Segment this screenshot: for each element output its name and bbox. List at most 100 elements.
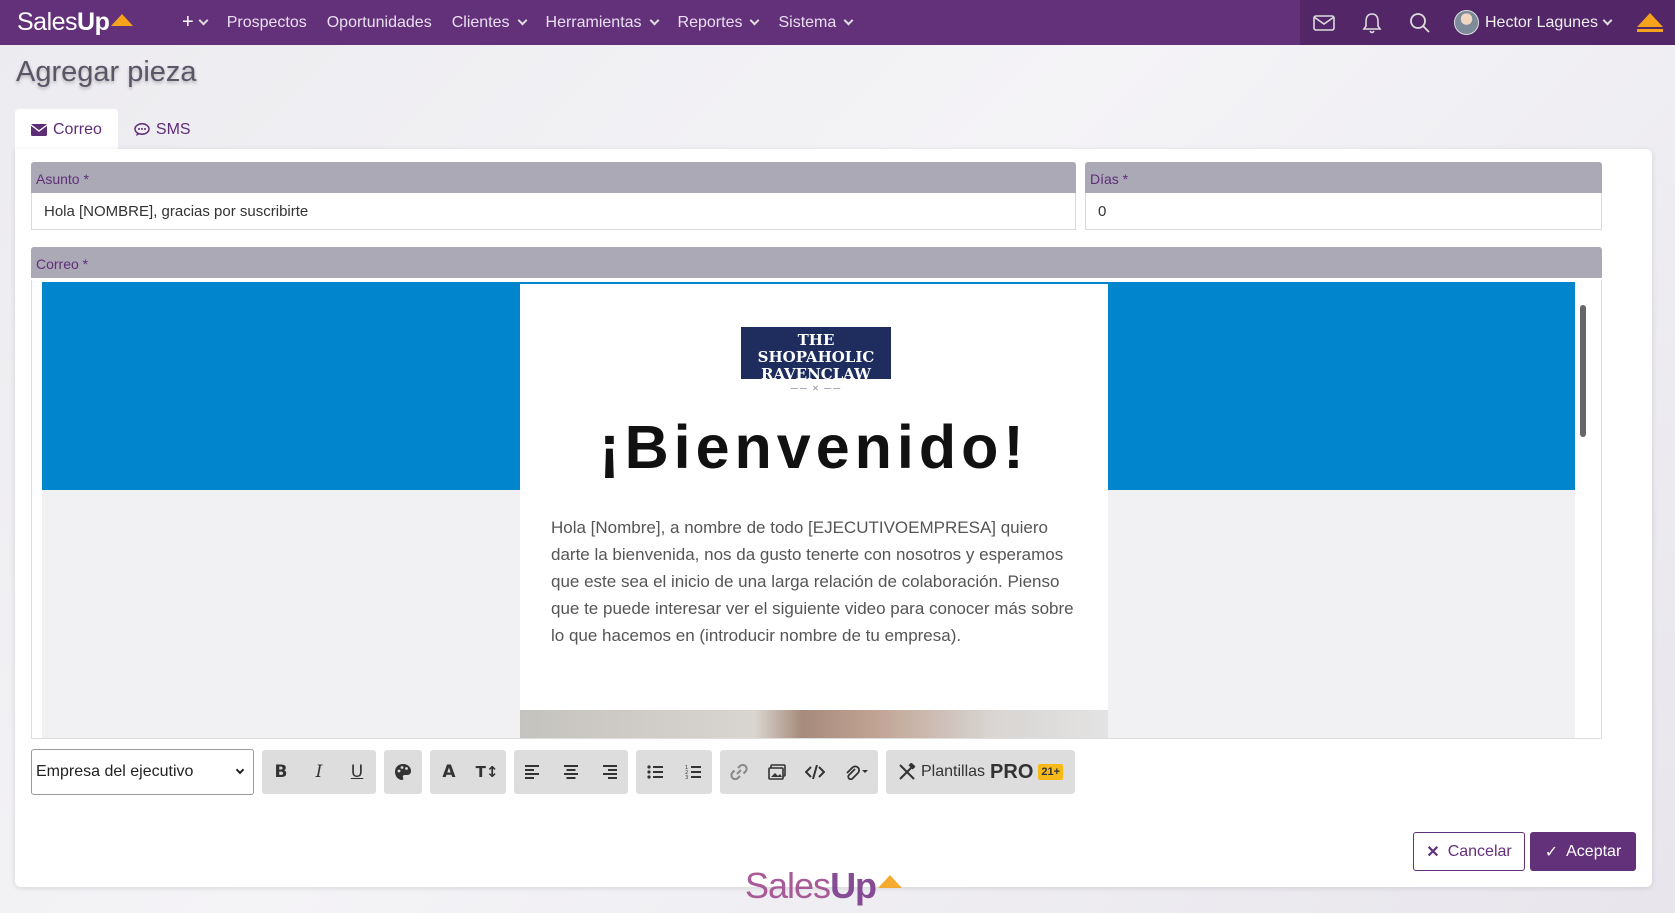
nav-right-panel: Hector Lagunes <box>1300 0 1675 45</box>
tab-correo[interactable]: Correo <box>15 109 118 150</box>
plus-icon: + <box>182 11 194 33</box>
nav-label: Clientes <box>451 13 510 31</box>
nav-reportes[interactable]: Reportes <box>677 13 760 32</box>
chevron-down-icon <box>517 15 527 26</box>
underline-button[interactable]: U <box>338 750 376 794</box>
channel-tabs: Correo SMS <box>15 109 207 150</box>
email-content: THE SHOPAHOLIC RAVENCLAW —— ✕ —— ¡Bienve… <box>520 284 1108 738</box>
cancel-label: Cancelar <box>1447 842 1512 860</box>
footer-logo-text-sales: Sales <box>745 865 831 906</box>
chat-icon <box>134 122 150 136</box>
email-editor[interactable]: THE SHOPAHOLIC RAVENCLAW —— ✕ —— ¡Bienve… <box>31 280 1602 739</box>
chevron-down-icon <box>198 15 209 26</box>
logo-ornament-icon: —— ✕ —— <box>790 383 842 393</box>
logo-text-up: Up <box>77 8 110 36</box>
nav-clientes[interactable]: Clientes <box>451 13 527 32</box>
pro-label: PRO <box>990 760 1034 783</box>
chevron-down-icon <box>843 15 854 26</box>
days-field: Días * <box>1085 162 1602 230</box>
tab-sms[interactable]: SMS <box>118 109 207 150</box>
tab-label: SMS <box>155 120 191 138</box>
shop-logo: THE SHOPAHOLIC RAVENCLAW —— ✕ —— <box>741 327 891 393</box>
logo-text-sales: Sales <box>17 8 78 36</box>
accept-button[interactable]: ✓ Aceptar <box>1530 832 1636 871</box>
top-navbar: Sales Up + Prospectos Oportunidades Clien… <box>0 0 1675 45</box>
welcome-heading: ¡Bienvenido! <box>599 413 1029 481</box>
days-input[interactable] <box>1085 193 1602 230</box>
email-label: Correo * <box>31 247 1602 278</box>
logo-arrow-icon <box>111 13 134 26</box>
accept-label: Aceptar <box>1566 842 1622 860</box>
svg-text:3: 3 <box>685 775 688 779</box>
user-name: Hector Lagunes <box>1485 13 1598 31</box>
nav-label: Herramientas <box>545 13 642 31</box>
mail-icon[interactable] <box>1300 0 1348 45</box>
attachment-icon[interactable] <box>834 750 878 794</box>
chevron-down-icon <box>235 765 245 775</box>
scrollbar[interactable] <box>1575 282 1589 738</box>
company-select[interactable]: Empresa del ejecutivo <box>31 749 254 795</box>
insert-group <box>720 750 878 794</box>
nav-sistema[interactable]: Sistema <box>778 13 854 32</box>
editor-toolbar: Empresa del ejecutivo B I U A T↕ 123 Pla… <box>31 749 1076 795</box>
font-size-button[interactable]: T↕ <box>468 750 506 794</box>
check-icon: ✓ <box>1544 843 1559 861</box>
select-value: Empresa del ejecutivo <box>36 763 194 780</box>
color-group <box>384 750 422 794</box>
code-icon[interactable] <box>796 750 834 794</box>
cancel-button[interactable]: ✕ Cancelar <box>1413 832 1525 871</box>
chevron-down-icon <box>1602 15 1613 26</box>
salesup-logo[interactable]: Sales Up <box>17 0 157 45</box>
video-thumbnail[interactable] <box>520 710 1108 738</box>
nav-prospectos[interactable]: Prospectos <box>227 14 307 32</box>
subject-input[interactable] <box>31 193 1076 230</box>
chevron-down-icon <box>750 15 760 26</box>
list-group: 123 <box>636 750 712 794</box>
bullet-list-button[interactable] <box>636 750 674 794</box>
align-center-button[interactable] <box>552 750 590 794</box>
chevron-down-icon <box>649 15 659 26</box>
templates-pro-button[interactable]: Plantillas PRO 21+ <box>886 750 1076 794</box>
image-icon[interactable] <box>758 750 796 794</box>
font-color-button[interactable]: A <box>430 750 468 794</box>
footer-logo-arrow-icon <box>878 875 903 888</box>
nav-label: Sistema <box>778 13 837 31</box>
welcome-text: Hola [Nombre], a nombre de todo [EJECUTI… <box>551 518 1074 645</box>
subject-label: Asunto * <box>31 162 1076 193</box>
tab-label: Correo <box>53 120 102 138</box>
templates-label: Plantillas <box>921 763 986 780</box>
numbered-list-button[interactable]: 123 <box>674 750 712 794</box>
page-title: Agregar pieza <box>16 56 197 88</box>
email-preview: THE SHOPAHOLIC RAVENCLAW —— ✕ —— ¡Bienve… <box>42 282 1589 738</box>
bell-icon[interactable] <box>1348 0 1396 45</box>
align-left-button[interactable] <box>514 750 552 794</box>
nav-oportunidades[interactable]: Oportunidades <box>327 14 432 32</box>
email-field: Correo * <box>31 247 1602 278</box>
templates-count-badge: 21+ <box>1038 764 1064 780</box>
subject-field: Asunto * <box>31 162 1076 230</box>
footer-logo-text-up: Up <box>830 865 877 906</box>
user-menu[interactable]: Hector Lagunes <box>1454 10 1613 35</box>
avatar <box>1454 10 1479 35</box>
nav-label: Oportunidades <box>326 13 432 31</box>
envelope-icon <box>31 123 47 136</box>
quick-add-menu[interactable]: + <box>182 11 209 34</box>
text-style-group: B I U <box>262 750 376 794</box>
upgrade-arrow-icon[interactable] <box>1637 13 1663 32</box>
align-right-button[interactable] <box>590 750 628 794</box>
scrollbar-thumb[interactable] <box>1580 305 1586 437</box>
palette-icon[interactable] <box>384 750 422 794</box>
align-group <box>514 750 628 794</box>
nav-herramientas[interactable]: Herramientas <box>545 13 659 32</box>
italic-button[interactable]: I <box>300 750 338 794</box>
search-icon[interactable] <box>1396 0 1444 45</box>
logo-line-2: RAVENCLAW <box>760 365 872 383</box>
bold-button[interactable]: B <box>262 750 300 794</box>
nav-label: Reportes <box>677 13 743 31</box>
link-icon[interactable] <box>720 750 758 794</box>
close-icon: ✕ <box>1426 843 1440 861</box>
footer-salesup-logo: SalesUp <box>745 865 903 907</box>
tools-icon <box>899 763 916 780</box>
logo-line-1: THE SHOPAHOLIC <box>757 331 875 366</box>
font-group: A T↕ <box>430 750 506 794</box>
